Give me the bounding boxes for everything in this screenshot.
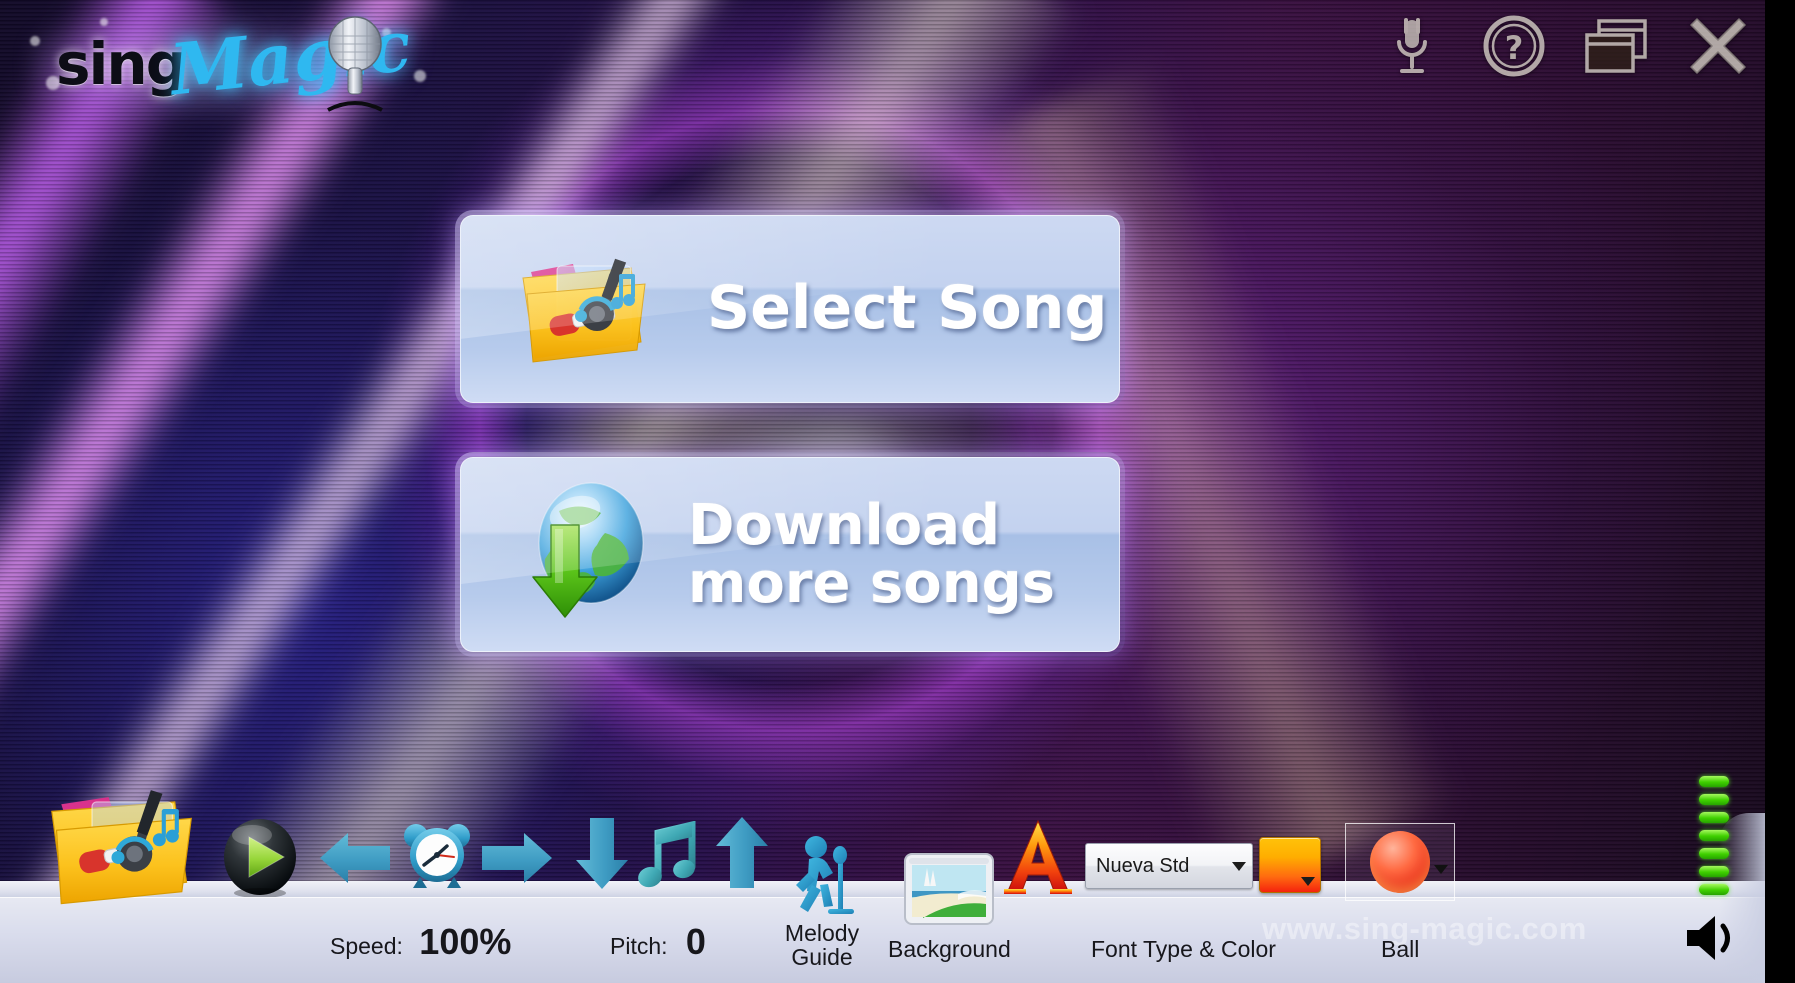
arrow-left-icon	[318, 829, 392, 887]
bottom-toolbar: Speed: 100% Pitch: 0 Melody Guide Backgr…	[0, 723, 1765, 983]
globe-download-icon	[513, 477, 658, 632]
letter-a-icon	[1002, 819, 1074, 895]
ball-label-wrap: Ball	[1381, 937, 1419, 961]
font-type-icon-wrap[interactable]	[1002, 819, 1074, 895]
sparkle-decor	[414, 70, 426, 82]
chevron-down-icon	[1301, 877, 1315, 886]
speed-value: 100%	[419, 921, 512, 963]
svg-text:?: ?	[1505, 29, 1524, 67]
volume-bar	[1699, 812, 1729, 823]
font-family-dropdown[interactable]: Nueva Std	[1085, 843, 1253, 889]
music-folder-icon	[36, 783, 226, 913]
volume-bar	[1699, 884, 1729, 895]
music-note-icon	[634, 821, 706, 893]
font-color-picker[interactable]	[1259, 837, 1321, 893]
play-button[interactable]	[222, 817, 298, 897]
arrow-down-icon	[572, 815, 632, 891]
background-label: Background	[888, 935, 1011, 962]
pitch-note-icon-wrap	[634, 821, 706, 893]
window-controls: ?	[1375, 6, 1755, 86]
speed-label: Speed:	[330, 933, 403, 960]
font-family-value: Nueva Std	[1096, 854, 1190, 877]
ball-label: Ball	[1381, 935, 1420, 962]
font-type-color-label: Font Type & Color	[1091, 935, 1276, 962]
download-songs-label-line2: more songs	[688, 550, 1056, 616]
download-songs-label: Download more songs	[688, 497, 1055, 611]
pitch-decrease-button[interactable]	[572, 815, 632, 891]
chevron-down-icon	[1232, 861, 1246, 871]
select-song-button[interactable]: Select Song	[455, 210, 1125, 408]
download-more-songs-button[interactable]: Download more songs	[455, 452, 1125, 657]
chevron-down-icon	[1434, 865, 1448, 874]
play-button-icon	[222, 817, 298, 897]
font-section-label-wrap: Font Type & Color	[1091, 937, 1276, 961]
speed-increase-button[interactable]	[480, 829, 554, 887]
microphone-settings-button[interactable]	[1375, 6, 1449, 86]
melody-guide-button[interactable]: Melody Guide	[782, 833, 862, 969]
pitch-value: 0	[685, 921, 706, 963]
singmagic-app-window: sing Magic ? Select Song Download more s…	[0, 0, 1795, 983]
select-song-label: Select Song	[707, 273, 1108, 344]
help-button[interactable]: ?	[1477, 6, 1551, 86]
logo-text-sing: sing	[56, 30, 187, 98]
melody-guide-label-line1: Melody	[784, 919, 860, 946]
app-logo: sing Magic	[22, 4, 442, 129]
microphone-icon	[312, 14, 398, 129]
download-songs-label-line1: Download	[688, 493, 1001, 559]
arrow-right-icon	[480, 829, 554, 887]
letterbox-band	[1765, 0, 1795, 983]
background-button[interactable]: Background	[888, 847, 1011, 961]
alarm-clock-icon	[398, 819, 476, 891]
close-window-button[interactable]	[1681, 6, 1755, 86]
music-folder-icon	[513, 242, 663, 377]
volume-level-meter[interactable]	[1699, 776, 1729, 895]
melody-guide-label-line2: Guide	[791, 943, 853, 970]
red-ball-icon	[1370, 831, 1430, 893]
speed-decrease-button[interactable]	[318, 829, 392, 887]
pitch-label: Pitch:	[610, 933, 668, 960]
speaker-button[interactable]	[1683, 910, 1743, 971]
restore-window-button[interactable]	[1579, 6, 1653, 86]
arrow-up-icon	[712, 815, 772, 891]
pitch-readout: Pitch: 0	[610, 923, 706, 961]
volume-bar	[1699, 830, 1729, 841]
volume-bar	[1699, 866, 1729, 877]
volume-bar	[1699, 848, 1729, 859]
landscape-picture-icon	[903, 847, 995, 933]
volume-bar	[1699, 776, 1729, 787]
speed-readout: Speed: 100%	[330, 923, 511, 961]
singer-figure-icon	[782, 833, 862, 917]
speed-clock-icon-wrap	[398, 819, 476, 891]
open-song-folder-button[interactable]	[36, 783, 226, 913]
ball-style-picker[interactable]	[1345, 823, 1455, 901]
pitch-increase-button[interactable]	[712, 815, 772, 891]
sparkle-decor	[30, 36, 40, 46]
sparkle-decor	[100, 18, 108, 26]
volume-bar	[1699, 794, 1729, 805]
